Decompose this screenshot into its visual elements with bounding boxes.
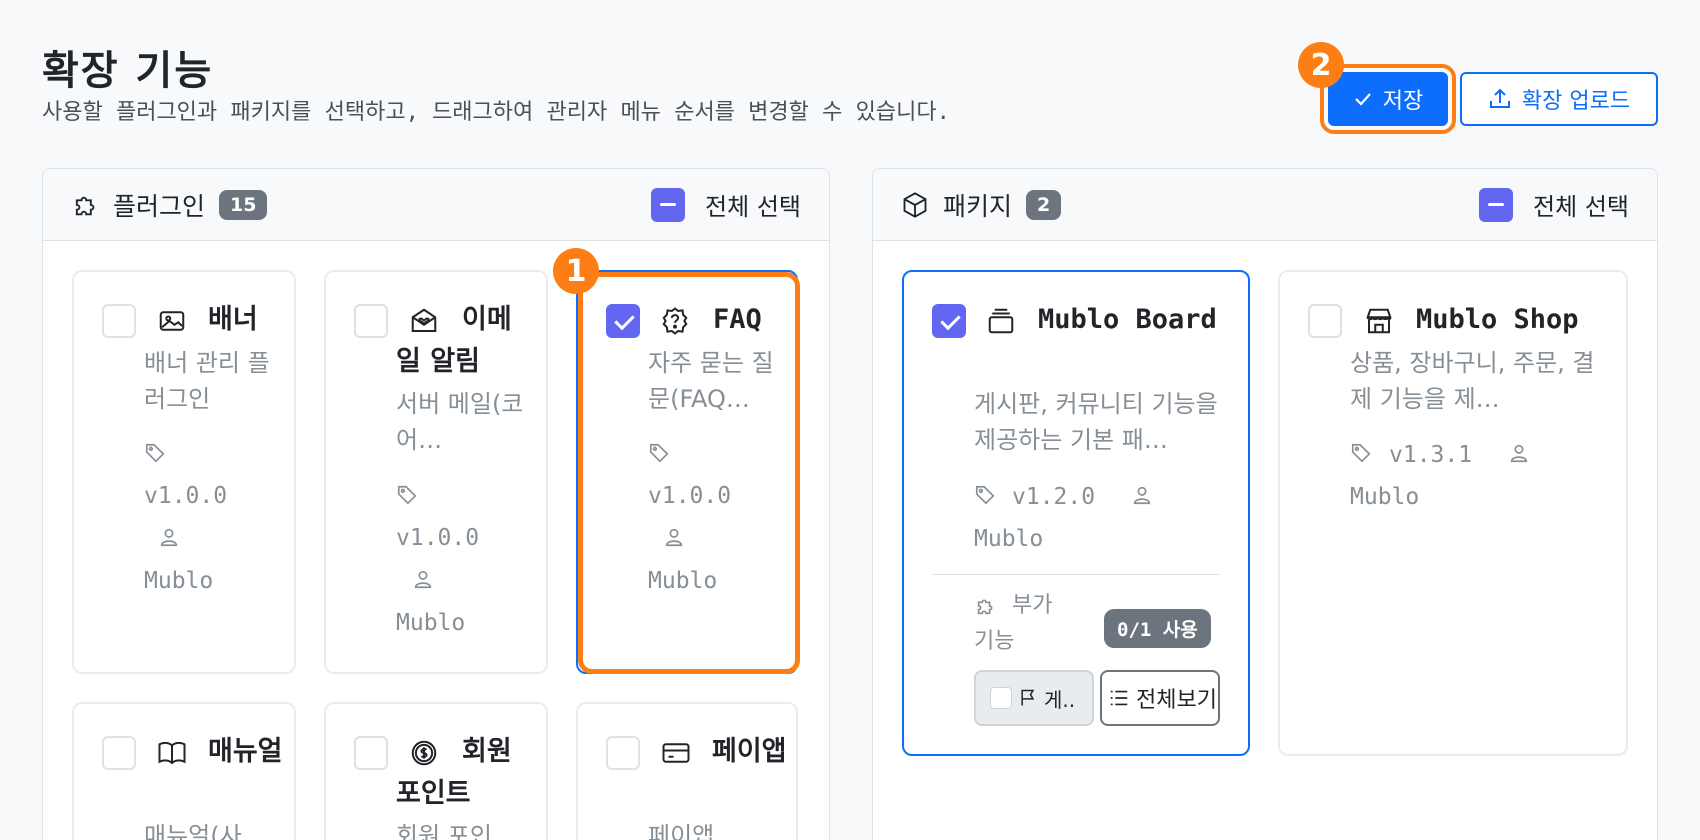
addon-chip-label: 게.. [1044, 687, 1076, 712]
addon-chip-board[interactable]: 게.. [974, 670, 1094, 726]
plugin-desc-email-alert: 서버 메일(코어… [396, 390, 524, 454]
plugin-checkbox-email-alert[interactable] [354, 304, 388, 338]
plugin-checkbox-faq[interactable] [606, 304, 640, 338]
tag-icon [975, 485, 995, 505]
user-icon [1510, 444, 1528, 463]
question-badge-icon [662, 307, 688, 335]
plugins-title: 플러그인 [113, 191, 206, 221]
tag-icon [649, 443, 669, 463]
plugin-checkbox-banner[interactable] [102, 304, 136, 338]
image-icon [159, 311, 185, 331]
plugin-desc-point: 회원 포인 [396, 822, 492, 840]
page-title: 확장 기능 [42, 48, 214, 94]
plugin-version-email-alert: v1.0.0 [396, 525, 480, 551]
upload-extension-button[interactable]: 확장 업로드 [1460, 72, 1658, 126]
package-author-mublo-board: Mublo [974, 526, 1044, 552]
addon-label: 부가 기능 [974, 593, 1053, 654]
save-label: 저장 [1382, 89, 1424, 114]
plugin-name-email-alert: 이메일 알림 [396, 304, 512, 377]
plugin-name-payapp: 페이앱 [712, 736, 787, 767]
package-checkbox-mublo-board[interactable] [932, 304, 966, 338]
upload-label: 확장 업로드 [1521, 89, 1631, 114]
page-subtitle: 사용할 플러그인과 패키지를 선택하고, 드래그하여 관리자 메뉴 순서를 변경… [42, 100, 950, 125]
plugin-version-faq: v1.0.0 [648, 483, 732, 509]
plugins-count-badge: 15 [219, 189, 268, 220]
plugins-select-all-label: 전체 선택 [705, 193, 801, 221]
list-icon [1110, 690, 1128, 706]
view-all-addons-button[interactable]: 전체보기 [1100, 670, 1220, 726]
save-button[interactable]: 저장 [1328, 72, 1448, 126]
tag-icon [145, 443, 165, 463]
package-desc-mublo-shop: 상품, 장바구니, 주문, 결제 기능을 제… [1350, 349, 1595, 413]
package-name-mublo-shop: Mublo Shop [1416, 304, 1579, 335]
plugins-select-all[interactable]: 전체 선택 [651, 187, 801, 222]
puzzle-icon [75, 196, 95, 215]
packages-select-all-label: 전체 선택 [1533, 193, 1629, 221]
package-version-mublo-board: v1.2.0 [1012, 484, 1096, 510]
package-name-mublo-board: Mublo Board [1038, 304, 1217, 335]
step-marker-1: 1 [553, 248, 599, 294]
packages-count-badge: 2 [1026, 189, 1062, 220]
plugin-version-banner: v1.0.0 [144, 483, 228, 509]
addon-chip-checkbox[interactable] [990, 687, 1012, 709]
page-header: 확장 기능 [42, 38, 213, 96]
plugin-desc-payapp: 페이앱 [648, 822, 715, 840]
upload-icon [1489, 88, 1510, 108]
package-checkbox-mublo-shop[interactable] [1308, 304, 1342, 338]
check-icon [1354, 93, 1371, 106]
packages-select-all-checkbox[interactable] [1479, 187, 1514, 222]
user-icon [1133, 486, 1151, 505]
package-desc-mublo-board: 게시판, 커뮤니티 기능을 제공하는 기본 패… [974, 390, 1218, 454]
user-icon [665, 528, 683, 547]
packages-panel-header: 패키지 2 전체 선택 [873, 169, 1657, 241]
plugin-checkbox-payapp[interactable] [606, 736, 640, 770]
user-icon [160, 528, 178, 547]
plugin-author-email-alert: Mublo [396, 610, 466, 636]
plugin-name-point: 회원 포인트 [396, 736, 512, 809]
tag-icon [397, 485, 417, 505]
plugin-desc-manual: 매뉴얼(사 [144, 822, 242, 840]
card-divider [932, 574, 1220, 575]
box-icon [903, 191, 927, 218]
plugin-desc-faq: 자주 묻는 질문(FAQ… [648, 349, 774, 413]
plugin-checkbox-manual[interactable] [102, 736, 136, 770]
packages-select-all[interactable]: 전체 선택 [1479, 187, 1629, 222]
plugins-panel-header: 플러그인 15 전체 선택 [43, 169, 829, 241]
user-icon [414, 570, 432, 589]
plugins-select-all-checkbox[interactable] [651, 187, 686, 222]
flag-icon [1021, 689, 1035, 706]
plugin-checkbox-point[interactable] [354, 736, 388, 770]
packages-title: 패키지 [943, 191, 1013, 221]
tag-icon [1351, 443, 1371, 463]
plugin-author-faq: Mublo [648, 568, 718, 594]
plugin-name-faq: FAQ [713, 304, 762, 335]
plugin-desc-banner: 배너 관리 플러그인 [144, 349, 270, 413]
plugin-name-banner: 배너 [208, 304, 258, 335]
plugin-author-banner: Mublo [144, 568, 214, 594]
package-card-mublo-shop[interactable] [1278, 270, 1628, 756]
shop-icon [1366, 308, 1392, 334]
package-author-mublo-shop: Mublo [1350, 484, 1420, 510]
step-marker-2: 2 [1298, 42, 1344, 88]
package-version-mublo-shop: v1.3.1 [1389, 442, 1473, 468]
addon-usage-badge: 0/1 사용 [1104, 609, 1211, 648]
view-all-label: 전체보기 [1136, 688, 1217, 713]
plugin-name-manual: 매뉴얼 [208, 736, 283, 767]
